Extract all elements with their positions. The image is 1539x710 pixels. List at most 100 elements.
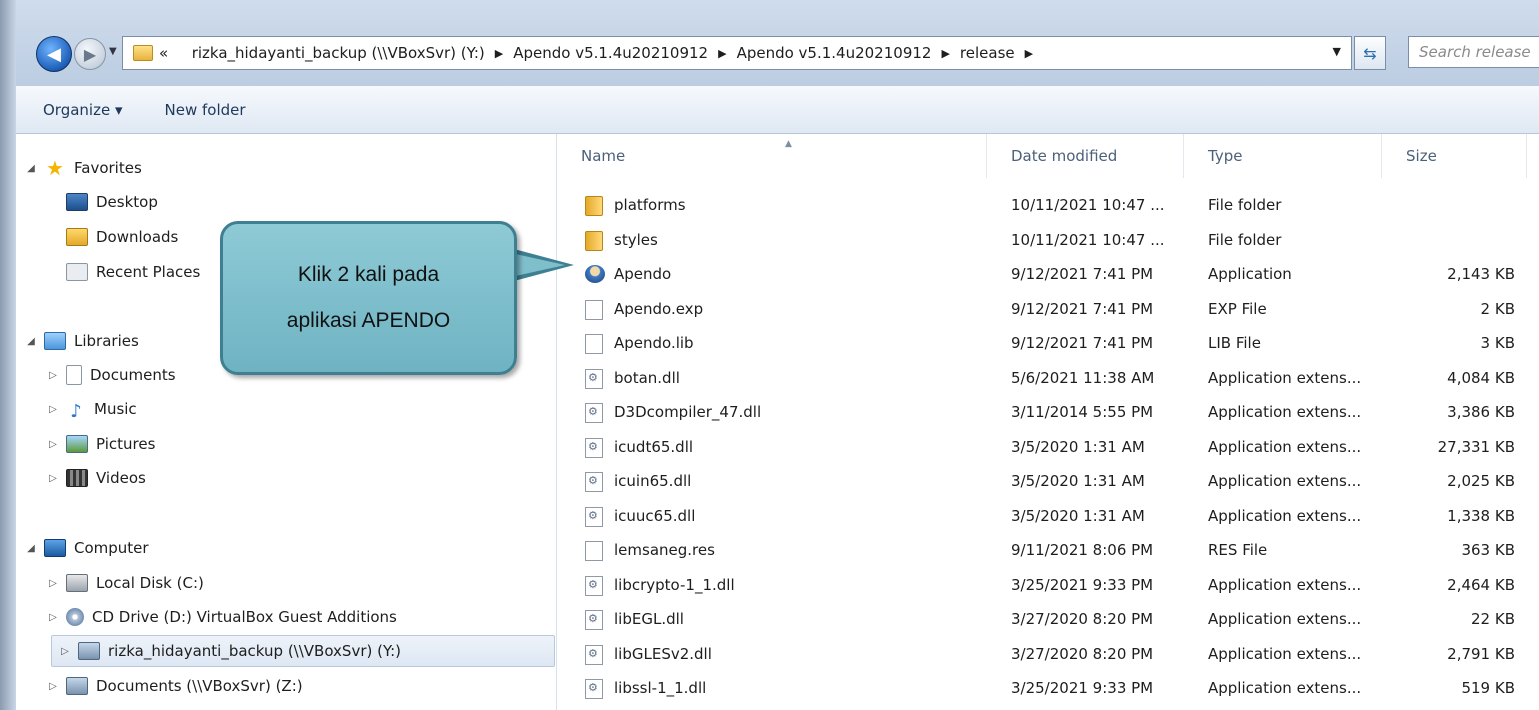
file-size: 2,791 KB (1447, 644, 1515, 663)
nav-local-disk[interactable]: ▷ Local Disk (C:) (48, 567, 204, 599)
new-folder-button[interactable]: New folder (165, 101, 246, 119)
file-size: 2,025 KB (1447, 472, 1515, 490)
file-date: 3/25/2021 9:33 PM (1011, 679, 1154, 697)
file-row[interactable]: botan.dll 5/6/2021 11:38 AM Application ex… (557, 361, 1539, 395)
file-type: LIB File (1208, 334, 1261, 352)
forward-button[interactable]: ▶ (74, 38, 106, 70)
recent-pages-dropdown[interactable]: ▼ (109, 46, 119, 57)
file-icon (585, 334, 603, 354)
file-row[interactable]: platforms 10/11/2021 10:47 ... File folder (557, 188, 1539, 222)
file-row[interactable]: icuin65.dll 3/5/2020 1:31 AM Application e… (557, 464, 1539, 498)
file-row[interactable]: Apendo 9/12/2021 7:41 PM Application 2,143 … (557, 257, 1539, 291)
nav-documents[interactable]: ▷ Documents (48, 359, 176, 391)
expand-icon[interactable]: ▷ (48, 612, 58, 623)
file-size: 22 KB (1471, 610, 1515, 628)
expand-icon[interactable]: ▷ (48, 578, 58, 589)
collapse-icon[interactable]: ◢ (26, 163, 36, 174)
column-header-name[interactable]: Name ▲ (557, 134, 987, 178)
column-header-date[interactable]: Date modified (987, 134, 1184, 178)
file-row[interactable]: Apendo.lib 9/12/2021 7:41 PM LIB File 3 KB (557, 326, 1539, 360)
collapse-icon[interactable]: ◢ (26, 336, 36, 347)
file-date: 10/11/2021 10:47 ... (1011, 196, 1165, 214)
nav-music[interactable]: ▷ ♪ Music (48, 393, 137, 425)
file-row[interactable]: libGLESv2.dll 3/27/2020 8:20 PM Applicatio… (557, 637, 1539, 671)
nav-network-drive-y[interactable]: ▷ rizka_hidayanti_backup (\\VBoxSvr) (Y:) (51, 635, 555, 667)
expand-icon[interactable]: ▷ (48, 370, 58, 381)
nav-recent-places[interactable]: Recent Places (66, 256, 200, 288)
file-type: EXP File (1208, 299, 1267, 318)
network-drive-icon (66, 677, 88, 695)
breadcrumb-chevron-icon[interactable]: ▶ (941, 47, 949, 60)
breadcrumb-chevron-icon[interactable]: ▶ (718, 47, 726, 60)
dll-file-icon (585, 575, 603, 596)
file-row[interactable]: icudt65.dll 3/5/2020 1:31 AM Application e… (557, 430, 1539, 464)
application-icon (585, 265, 605, 283)
callout-line-2: aplikasi APENDO (286, 309, 451, 332)
dll-file-icon (585, 472, 603, 492)
file-type: RES File (1208, 541, 1268, 559)
file-type: Application extens... (1208, 644, 1362, 663)
file-size: 27,331 KB (1437, 437, 1515, 456)
address-bar-area: ◀ ▶ ▼ « rizka_hidayanti_backup (\\VBoxSv… (16, 0, 1539, 87)
breadcrumb-item-apendo-1[interactable]: Apendo v5.1.4u20210912 (513, 44, 708, 62)
column-header-type[interactable]: Type (1184, 134, 1382, 178)
expand-icon[interactable]: ▷ (60, 646, 70, 657)
file-size: 4,084 KB (1447, 368, 1515, 387)
breadcrumb-chevron-icon[interactable]: ▶ (1025, 47, 1033, 60)
file-row[interactable]: Apendo.exp 9/12/2021 7:41 PM EXP File 2 KB (557, 292, 1539, 326)
collapse-icon[interactable]: ◢ (26, 543, 36, 554)
music-icon: ♪ (70, 401, 82, 422)
file-row[interactable]: icuuc65.dll 3/5/2020 1:31 AM Application e… (557, 499, 1539, 533)
nav-network-drive-z[interactable]: ▷ Documents (\\VBoxSvr) (Z:) (48, 670, 303, 702)
refresh-icon: ⇆ (1363, 43, 1377, 63)
dll-file-icon (585, 403, 603, 423)
callout-pointer-fill (511, 253, 565, 277)
callout-line-1: Klik 2 kali pada (297, 263, 440, 286)
file-name: lemsaneg.res (614, 541, 715, 559)
recent-places-icon (66, 263, 88, 281)
file-row[interactable]: styles 10/11/2021 10:47 ... File folder (557, 223, 1539, 257)
breadcrumb-item-apendo-2[interactable]: Apendo v5.1.4u20210912 (737, 44, 932, 62)
forward-arrow-icon: ▶ (83, 44, 97, 64)
computer-icon (44, 539, 66, 557)
expand-icon[interactable]: ▷ (48, 473, 58, 484)
expand-icon[interactable]: ▷ (48, 681, 58, 692)
column-header-size[interactable]: Size (1382, 134, 1527, 178)
back-button[interactable]: ◀ (36, 36, 72, 72)
library-icon (44, 332, 66, 350)
file-name: libEGL.dll (614, 610, 684, 628)
nav-videos[interactable]: ▷ Videos (48, 462, 146, 494)
expand-icon[interactable]: ▷ (48, 404, 58, 415)
file-size: 3,386 KB (1447, 403, 1515, 421)
dll-file-icon (585, 437, 603, 458)
organize-button[interactable]: Organize ▾ (43, 101, 123, 119)
address-bar[interactable]: « rizka_hidayanti_backup (\\VBoxSvr) (Y:… (122, 36, 1352, 70)
breadcrumb-item-release[interactable]: release (960, 44, 1015, 62)
file-name: Apendo.lib (614, 334, 694, 352)
breadcrumb-overflow[interactable]: « (159, 44, 168, 62)
refresh-button[interactable]: ⇆ (1354, 36, 1386, 70)
file-row[interactable]: D3Dcompiler_47.dll 3/11/2014 5:55 PM Appli… (557, 395, 1539, 429)
address-dropdown-icon[interactable]: ▼ (1333, 45, 1341, 58)
file-date: 3/5/2020 1:31 AM (1011, 506, 1145, 525)
breadcrumb-chevron-icon[interactable]: ▶ (495, 47, 503, 60)
nav-libraries[interactable]: ◢ Libraries (26, 325, 139, 357)
nav-favorites[interactable]: ◢ ★ Favorites (26, 152, 142, 184)
file-date: 9/12/2021 7:41 PM (1011, 265, 1154, 283)
file-row[interactable]: libEGL.dll 3/27/2020 8:20 PM Application e… (557, 602, 1539, 636)
file-row[interactable]: libssl-1_1.dll 3/25/2021 9:33 PM Applicati… (557, 671, 1539, 705)
breadcrumb-item-drive[interactable]: rizka_hidayanti_backup (\\VBoxSvr) (Y:) (192, 44, 485, 62)
search-input[interactable]: Search release (1408, 36, 1539, 68)
expand-icon[interactable]: ▷ (48, 439, 58, 450)
videos-icon (66, 469, 88, 487)
nav-downloads[interactable]: Downloads (66, 221, 178, 253)
file-list: Name ▲ Date modified Type Size platforms 1… (557, 134, 1539, 710)
file-row[interactable]: lemsaneg.res 9/11/2021 8:06 PM RES File 363… (557, 533, 1539, 567)
dll-file-icon (585, 506, 603, 527)
file-size: 2 KB (1480, 299, 1515, 318)
nav-cd-drive[interactable]: ▷ CD Drive (D:) VirtualBox Guest Addition… (48, 601, 397, 633)
nav-desktop[interactable]: Desktop (66, 186, 158, 218)
file-row[interactable]: libcrypto-1_1.dll 3/25/2021 9:33 PM Applic… (557, 568, 1539, 602)
nav-computer[interactable]: ◢ Computer (26, 532, 149, 564)
nav-pictures[interactable]: ▷ Pictures (48, 428, 155, 460)
